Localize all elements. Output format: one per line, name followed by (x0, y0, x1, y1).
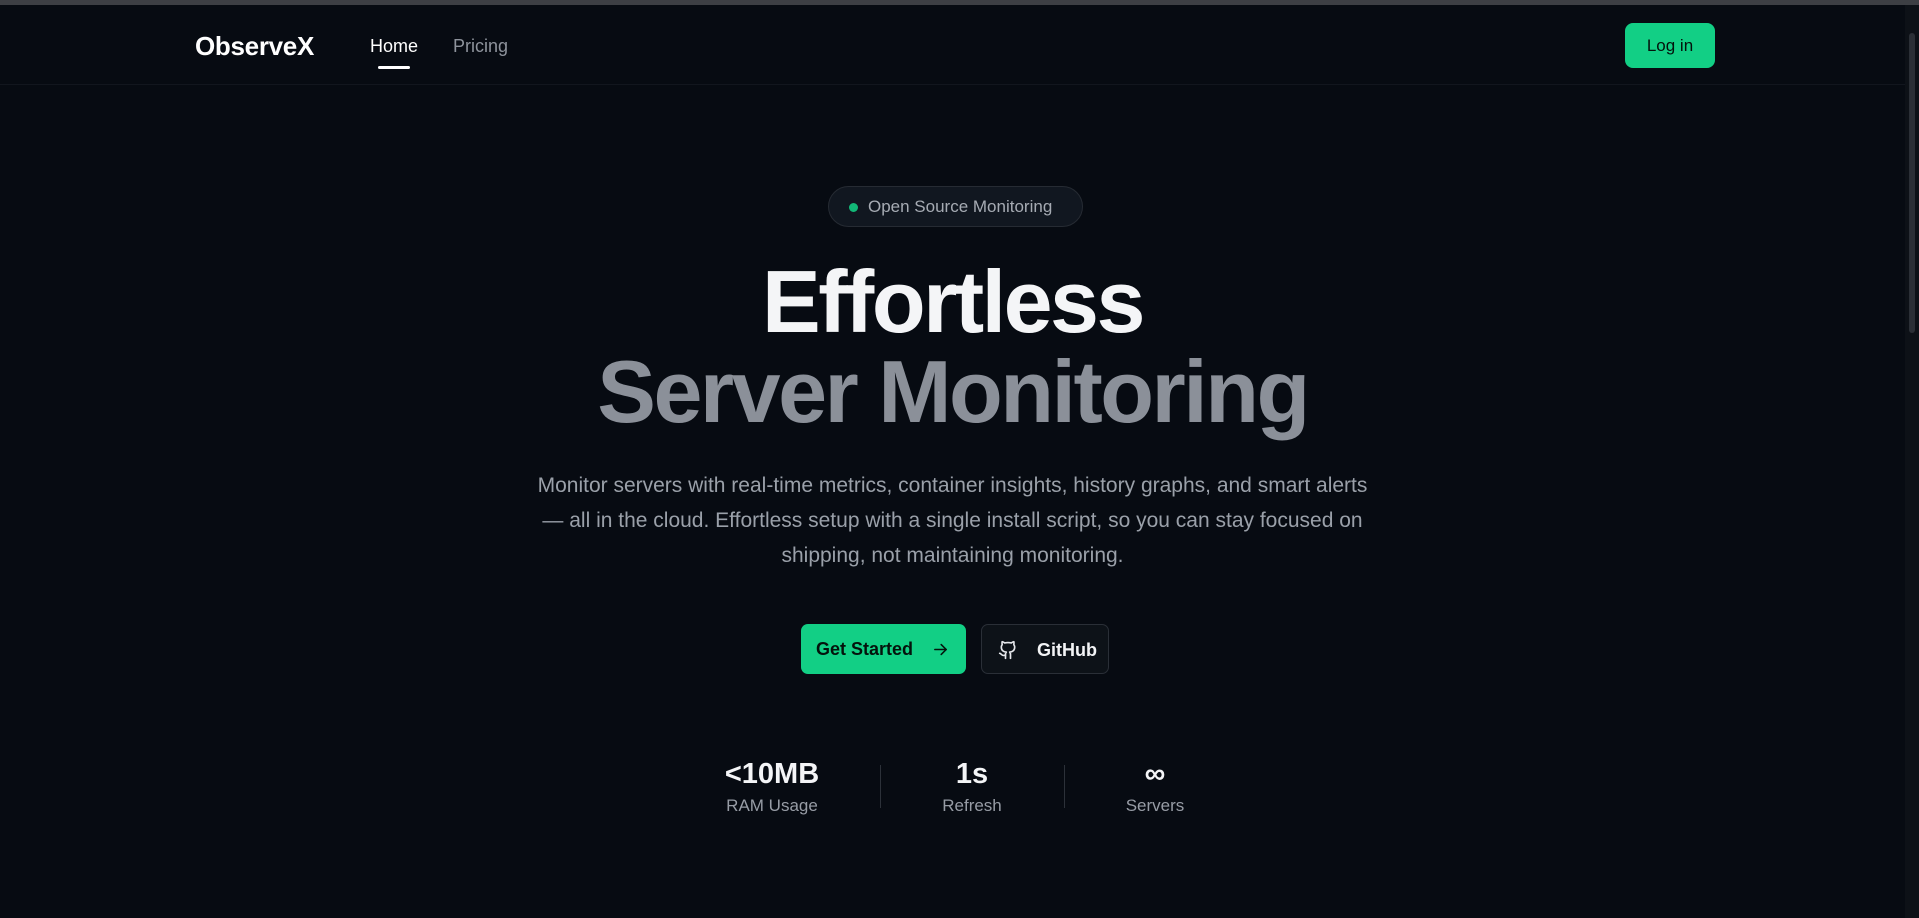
stat-value: ∞ (1144, 758, 1166, 790)
page-scrollbar[interactable] (1905, 5, 1919, 918)
hero-section: Open Source Monitoring Effortless Server… (0, 0, 1905, 918)
github-icon (998, 640, 1016, 660)
stat-divider (880, 765, 881, 808)
stat-ram-usage: <10MB RAM Usage (712, 756, 832, 816)
stat-divider (1064, 765, 1065, 808)
open-source-badge: Open Source Monitoring (828, 186, 1083, 227)
github-button[interactable]: GitHub (981, 624, 1109, 674)
status-dot-icon (849, 203, 858, 212)
headline-line-2: Server Monitoring (597, 342, 1310, 441)
stat-label: Servers (1125, 796, 1185, 815)
stat-refresh: 1s Refresh (912, 756, 1032, 816)
stat-label: Refresh (942, 796, 1002, 815)
headline-line-1: Effortless (762, 252, 1145, 351)
arrow-right-icon (934, 643, 947, 656)
github-label: GitHub (1037, 640, 1097, 660)
stat-servers: ∞ Servers (1095, 756, 1215, 816)
get-started-label: Get Started (816, 639, 914, 659)
stat-label: RAM Usage (726, 796, 818, 815)
scrollbar-thumb[interactable] (1909, 33, 1915, 333)
hero-subtitle: Monitor servers with real-time metrics, … (537, 474, 1368, 567)
get-started-button[interactable]: Get Started (801, 624, 966, 674)
stat-value: 1s (955, 758, 989, 790)
badge-label: Open Source Monitoring (868, 197, 1053, 216)
stat-value: <10MB (724, 758, 820, 790)
